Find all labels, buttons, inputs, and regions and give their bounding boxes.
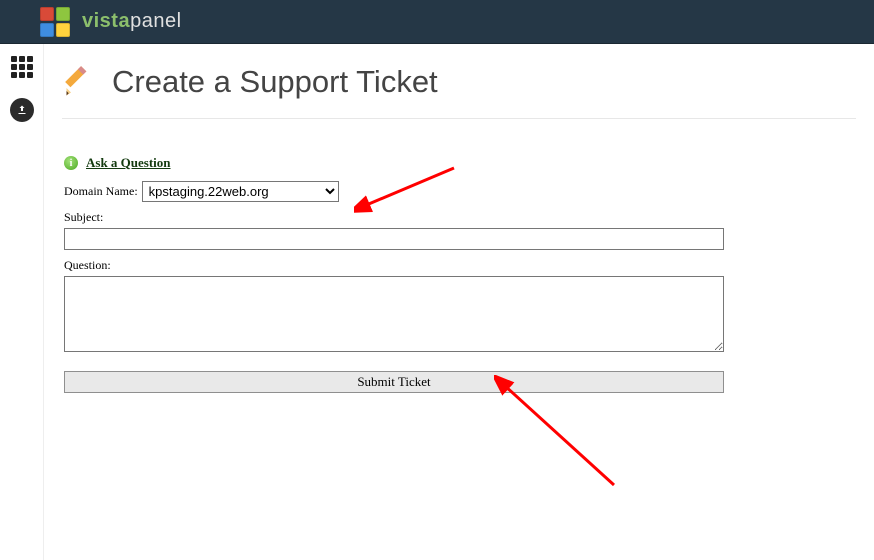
info-icon: i [64,156,78,170]
domain-label: Domain Name: [64,184,138,199]
subject-input[interactable] [64,228,724,250]
subject-label: Subject: [64,210,856,225]
upload-icon[interactable] [10,98,34,122]
content-area: Create a Support Ticket i Ask a Question… [44,44,874,560]
pencil-icon [62,64,98,100]
question-textarea[interactable] [64,276,724,352]
page-title: Create a Support Ticket [112,64,438,100]
top-bar: vistapanel [0,0,874,44]
sidebar [0,44,44,560]
ask-question-link[interactable]: Ask a Question [86,155,171,171]
submit-ticket-button[interactable]: Submit Ticket [64,371,724,393]
logo-icon [40,7,70,37]
domain-select[interactable]: kpstaging.22web.org [142,181,339,202]
page-header: Create a Support Ticket [62,64,856,119]
apps-icon[interactable] [11,56,33,78]
annotation-arrow-icon [494,375,624,495]
question-label: Question: [64,258,856,273]
brand-text: vistapanel [82,10,182,33]
